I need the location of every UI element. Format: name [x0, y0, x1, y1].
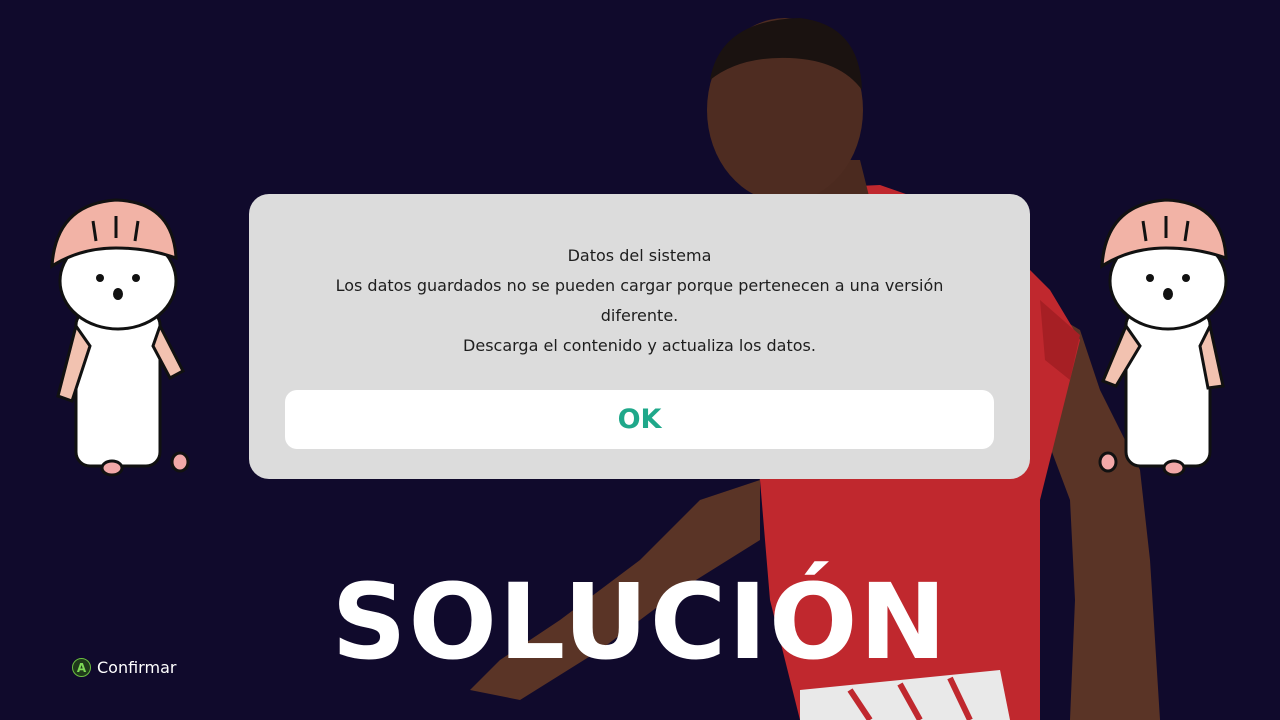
- dialog-message-line-2: diferente.: [600, 306, 679, 325]
- dialog-message: Datos del sistema Los datos guardados no…: [249, 241, 1030, 361]
- confirm-label: Confirmar: [97, 658, 177, 677]
- mascot-right-icon: [1098, 198, 1228, 477]
- dialog-message-line-3: Descarga el contenido y actualiza los da…: [463, 336, 816, 355]
- solution-headline: SOLUCIÓN: [331, 561, 949, 683]
- confirm-hint[interactable]: A Confirmar: [72, 658, 176, 677]
- ok-button[interactable]: OK: [285, 390, 994, 449]
- mascot-left-icon: [50, 198, 190, 477]
- dialog-message-line-1: Los datos guardados no se pueden cargar …: [335, 276, 944, 295]
- a-button-icon: A: [72, 658, 91, 677]
- system-data-dialog: Datos del sistema Los datos guardados no…: [249, 194, 1030, 479]
- dialog-title: Datos del sistema: [567, 246, 712, 265]
